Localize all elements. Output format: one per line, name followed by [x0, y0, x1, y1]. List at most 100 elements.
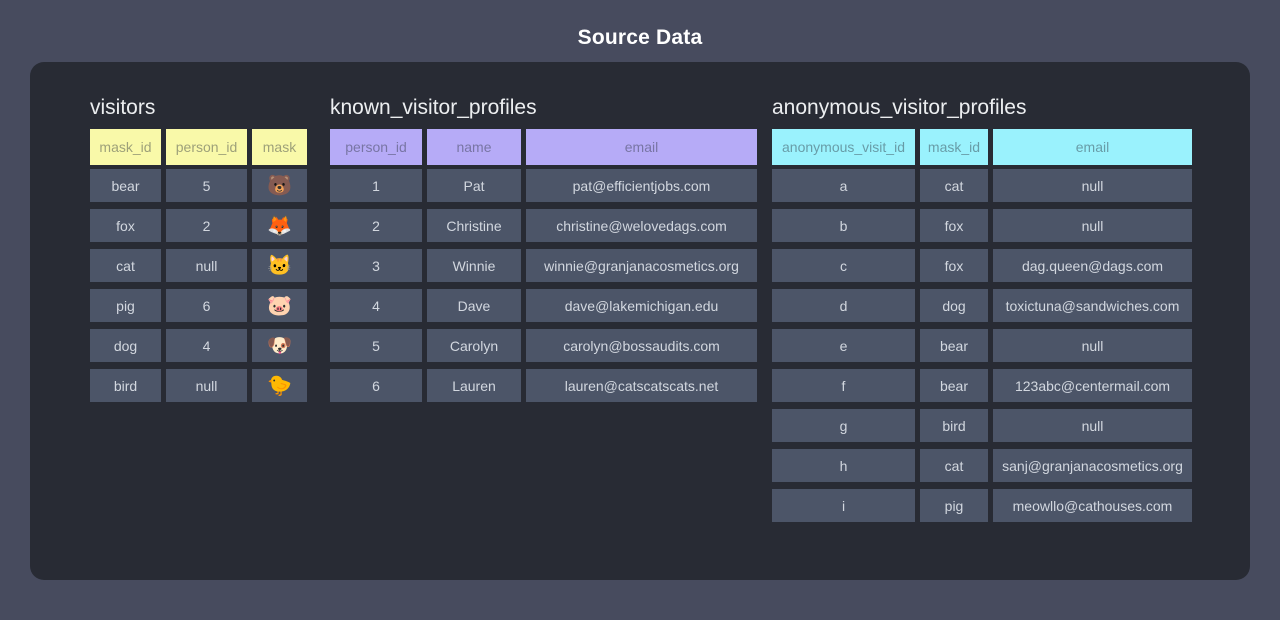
- table-row: dog4🐶: [90, 329, 307, 362]
- table-row: ebearnull: [772, 329, 1192, 362]
- table-cell: 🐶: [252, 329, 307, 362]
- table-cell: bird: [90, 369, 161, 402]
- table-row: birdnull🐤: [90, 369, 307, 402]
- table-cell: winnie@granjanacosmetics.org: [526, 249, 757, 282]
- table-cell: carolyn@bossaudits.com: [526, 329, 757, 362]
- table-cell: null: [166, 249, 247, 282]
- page-title: Source Data: [0, 26, 1280, 50]
- table-cell: Carolyn: [427, 329, 521, 362]
- table-cell: 4: [166, 329, 247, 362]
- table-row: fbear123abc@centermail.com: [772, 369, 1192, 402]
- table-cell: pig: [920, 489, 988, 522]
- table-row: acatnull: [772, 169, 1192, 202]
- table-cell: 1: [330, 169, 422, 202]
- table-header-row: person_idnameemail: [330, 129, 757, 165]
- table-row: 2Christinechristine@welovedags.com: [330, 209, 757, 242]
- table-cell: dag.queen@dags.com: [993, 249, 1192, 282]
- table-cell: bear: [90, 169, 161, 202]
- table-cell: fox: [90, 209, 161, 242]
- table-cell: 🐱: [252, 249, 307, 282]
- table-grid: mask_idperson_idmaskbear5🐻fox2🦊catnull🐱p…: [90, 129, 307, 402]
- table-row: 4Davedave@lakemichigan.edu: [330, 289, 757, 322]
- table-cell: Dave: [427, 289, 521, 322]
- table-row: fox2🦊: [90, 209, 307, 242]
- table-cell: 3: [330, 249, 422, 282]
- table-cell: pig: [90, 289, 161, 322]
- table-cell: cat: [90, 249, 161, 282]
- table-cell: h: [772, 449, 915, 482]
- column-header-person_id: person_id: [166, 129, 247, 165]
- table-cell: 2: [166, 209, 247, 242]
- table-header-row: mask_idperson_idmask: [90, 129, 307, 165]
- table-cell: Lauren: [427, 369, 521, 402]
- table-cell: christine@welovedags.com: [526, 209, 757, 242]
- column-header-person_id: person_id: [330, 129, 422, 165]
- table-cell: e: [772, 329, 915, 362]
- table-cell: Winnie: [427, 249, 521, 282]
- column-header-mask_id: mask_id: [90, 129, 161, 165]
- table-cell: Pat: [427, 169, 521, 202]
- table-row: ipigmeowllo@cathouses.com: [772, 489, 1192, 522]
- table-cell: 5: [330, 329, 422, 362]
- table-cell: dog: [920, 289, 988, 322]
- table-cell: a: [772, 169, 915, 202]
- table-cell: 🐻: [252, 169, 307, 202]
- table-row: catnull🐱: [90, 249, 307, 282]
- table-header-row: anonymous_visit_idmask_idemail: [772, 129, 1192, 165]
- table-cell: 🐤: [252, 369, 307, 402]
- table-title: known_visitor_profiles: [330, 94, 757, 122]
- table-cell: c: [772, 249, 915, 282]
- table-cell: null: [993, 169, 1192, 202]
- table-cell: cat: [920, 449, 988, 482]
- table-row: 1Patpat@efficientjobs.com: [330, 169, 757, 202]
- source-data-panel: visitors mask_idperson_idmaskbear5🐻fox2🦊…: [30, 62, 1250, 580]
- table-cell: f: [772, 369, 915, 402]
- table-cell: g: [772, 409, 915, 442]
- table-cell: 2: [330, 209, 422, 242]
- table-grid: person_idnameemail 1Patpat@efficientjobs.…: [330, 129, 757, 402]
- table-cell: dog: [90, 329, 161, 362]
- table-row: bear5🐻: [90, 169, 307, 202]
- column-header-anonymous_visit_id: anonymous_visit_id: [772, 129, 915, 165]
- table-row: hcatsanj@granjanacosmetics.org: [772, 449, 1192, 482]
- table-row: gbirdnull: [772, 409, 1192, 442]
- table-cell: d: [772, 289, 915, 322]
- table-cell: 🦊: [252, 209, 307, 242]
- table-cell: dave@lakemichigan.edu: [526, 289, 757, 322]
- table-cell: pat@efficientjobs.com: [526, 169, 757, 202]
- table-cell: 5: [166, 169, 247, 202]
- table-cell: 6: [166, 289, 247, 322]
- table-cell: null: [166, 369, 247, 402]
- table-cell: bear: [920, 369, 988, 402]
- column-header-mask_id: mask_id: [920, 129, 988, 165]
- column-header-email: email: [526, 129, 757, 165]
- table-title: anonymous_visitor_profiles: [772, 94, 1192, 122]
- table-row: 3Winniewinnie@granjanacosmetics.org: [330, 249, 757, 282]
- table-cell: Christine: [427, 209, 521, 242]
- table-cell: toxictuna@sandwiches.com: [993, 289, 1192, 322]
- table-cell: 🐷: [252, 289, 307, 322]
- table-cell: cat: [920, 169, 988, 202]
- table-row: 6Laurenlauren@catscatscats.net: [330, 369, 757, 402]
- table-cell: lauren@catscatscats.net: [526, 369, 757, 402]
- table-cell: bird: [920, 409, 988, 442]
- table-cell: sanj@granjanacosmetics.org: [993, 449, 1192, 482]
- table-cell: i: [772, 489, 915, 522]
- table-anonymous-visitor-profiles: anonymous_visitor_profiles anonymous_vis…: [772, 94, 1192, 529]
- table-visitors: visitors mask_idperson_idmaskbear5🐻fox2🦊…: [90, 94, 307, 409]
- table-cell: meowllo@cathouses.com: [993, 489, 1192, 522]
- table-grid: anonymous_visit_idmask_idemailacatnullbf…: [772, 129, 1192, 522]
- table-cell: null: [993, 409, 1192, 442]
- table-row: pig6🐷: [90, 289, 307, 322]
- table-cell: 123abc@centermail.com: [993, 369, 1192, 402]
- table-cell: null: [993, 209, 1192, 242]
- table-title: visitors: [90, 94, 307, 122]
- table-cell: null: [993, 329, 1192, 362]
- table-cell: fox: [920, 209, 988, 242]
- table-row: cfoxdag.queen@dags.com: [772, 249, 1192, 282]
- table-row: 5Carolyncarolyn@bossaudits.com: [330, 329, 757, 362]
- table-known-visitor-profiles: known_visitor_profiles person_idnameemai…: [330, 94, 757, 409]
- table-cell: b: [772, 209, 915, 242]
- table-row: ddogtoxictuna@sandwiches.com: [772, 289, 1192, 322]
- column-header-name: name: [427, 129, 521, 165]
